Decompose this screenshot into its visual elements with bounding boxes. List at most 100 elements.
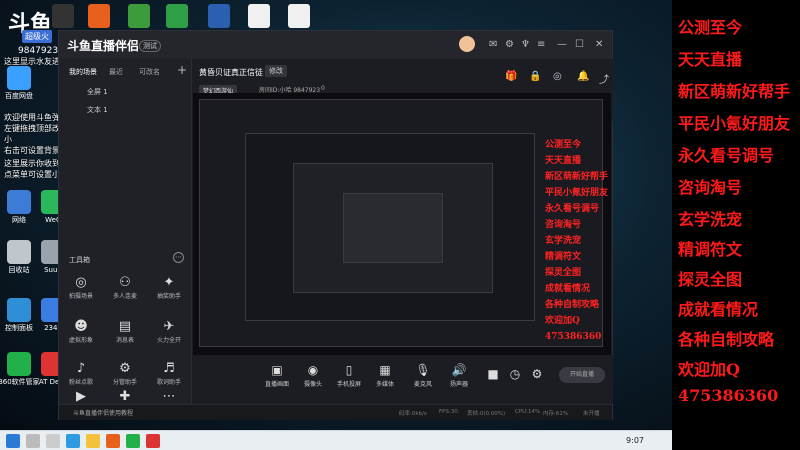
- nested-preview-4: [343, 193, 443, 263]
- tab-recent[interactable]: 最近: [109, 67, 123, 77]
- lock-icon[interactable]: 🔒: [529, 71, 541, 82]
- tool-more[interactable]: ⋯: [149, 389, 189, 405]
- screen-icon: ▣: [271, 363, 283, 377]
- promo-line: 咨询淘号: [678, 178, 743, 197]
- browser-icon[interactable]: [66, 434, 80, 448]
- record-icon[interactable]: ◎: [553, 71, 562, 82]
- screen-capture-button[interactable]: ▣ 直播画面: [257, 363, 297, 388]
- edit-title-button[interactable]: 修改: [265, 65, 287, 77]
- toolbox-title: 工具箱: [69, 256, 90, 264]
- scene-item[interactable]: 文本 1: [87, 105, 108, 115]
- timer-button[interactable]: ◷: [505, 367, 525, 381]
- tool-lyrics[interactable]: ♬ 歌词助手: [149, 361, 189, 386]
- source-toolbar: ▣ 直播画面 ◉ 摄像头 ▯ 手机投屏 ▦ 多媒体 🎙 麦克风 🔊 扬声器 ■ ◷ ⚙ 开始…: [193, 355, 613, 403]
- left-panel: 我的场景 最近 可改名 + 全屏 1 文本 1 工具箱 ⋯ ◎ 拍摄场景 ⚇ 多人连…: [59, 59, 192, 404]
- promo-line: 精调符文: [678, 240, 743, 259]
- record-button[interactable]: ■: [483, 367, 503, 381]
- app-icon[interactable]: [106, 434, 120, 448]
- screen: 斗鱼 超级火 9847923 百度网盘 网络 回收站 控制面板 360软件管家 …: [0, 0, 800, 450]
- gift-icon[interactable]: 🎁: [505, 71, 517, 82]
- speaker-icon: 🔊: [451, 363, 467, 377]
- avatar[interactable]: [459, 36, 475, 52]
- folder-icon[interactable]: [86, 434, 100, 448]
- promo-line: 公测至今: [678, 18, 743, 37]
- promo-line: 成就看情况: [678, 300, 759, 319]
- tutorial-link[interactable]: 斗鱼直播伴侣使用教程: [73, 408, 133, 417]
- more-icon[interactable]: ⋯: [173, 252, 184, 263]
- tool-live[interactable]: ▶: [61, 389, 101, 405]
- promo-line: 探灵全图: [678, 270, 743, 289]
- title-bar: 斗鱼直播伴侣 测试 ✉ ⚙ ♆ ≡ — ☐ ✕: [59, 31, 612, 59]
- clock[interactable]: 9:07: [626, 436, 644, 445]
- status-bitrate: 码率:0kb/s: [399, 411, 427, 417]
- search-icon[interactable]: [26, 434, 40, 448]
- settings-button[interactable]: ⚙: [527, 367, 547, 381]
- file-icon[interactable]: [288, 4, 310, 28]
- tab-my-scenes[interactable]: 我的场景: [69, 67, 97, 77]
- tool-song-request[interactable]: ♪ 粉丝点歌: [61, 361, 101, 386]
- camera-button[interactable]: ◉ 摄像头: [293, 363, 333, 388]
- app-logo: 斗鱼直播伴侣: [67, 39, 140, 53]
- app-icon[interactable]: [126, 434, 140, 448]
- more-icon: ⋯: [162, 389, 176, 404]
- app-icon[interactable]: [146, 434, 160, 448]
- promo-text-panel: 公测至今 天天直播 新区萌新好帮手 平民小氪好朋友 永久看号调号 咨询淘号 玄学…: [672, 0, 800, 450]
- start-live-button[interactable]: 开始直播: [559, 367, 605, 383]
- file-icon[interactable]: [248, 4, 270, 28]
- desktop-icon-baidu[interactable]: 百度网盘: [0, 66, 44, 101]
- tool-multi-mic[interactable]: ⚇ 多人连麦: [105, 275, 145, 300]
- scene-item[interactable]: 全屏 1: [87, 87, 108, 97]
- tool-manager[interactable]: ⚙ 分管助手: [105, 361, 145, 386]
- gear-icon: ⚙: [119, 361, 131, 376]
- list-icon: ▤: [118, 319, 132, 334]
- taskview-icon[interactable]: [46, 434, 60, 448]
- status-dropped: 丢帧:0(0.00%): [467, 411, 506, 417]
- menu-icon[interactable]: ≡: [537, 39, 545, 50]
- microphone-icon: 🎙: [415, 363, 431, 377]
- microphone-button[interactable]: 🎙 麦克风: [403, 363, 443, 388]
- promo-line: 玄学洗宠: [678, 210, 743, 229]
- notes-icon: ♬: [163, 361, 175, 376]
- phone-cast-button[interactable]: ▯ 手机投屏: [329, 363, 369, 388]
- maximize-icon[interactable]: ☐: [575, 39, 584, 50]
- share-icon[interactable]: ⤴: [599, 71, 609, 86]
- file-icon[interactable]: [166, 4, 188, 28]
- file-icon[interactable]: [208, 4, 230, 28]
- fan-count: 0: [321, 85, 325, 92]
- room-title: 黄昏贝证真正信徒: [199, 68, 263, 77]
- settings-icon: ⚙: [531, 367, 543, 381]
- tool-fire[interactable]: ✈ 火力全开: [149, 319, 189, 344]
- bell-icon[interactable]: 🔔: [577, 71, 589, 82]
- file-icon[interactable]: [128, 4, 150, 28]
- camera-icon: ◎: [75, 275, 87, 290]
- tool-message[interactable]: ▤ 消息表: [105, 319, 145, 344]
- status-fps: FPS:30: [439, 409, 458, 415]
- watermark-badge: 超级火: [22, 30, 52, 43]
- shirt-icon[interactable]: ♆: [521, 39, 530, 50]
- streaming-app-window: 斗鱼直播伴侣 测试 ✉ ⚙ ♆ ≡ — ☐ ✕ 我的场景 最近 可改名 + 全屏…: [58, 30, 613, 420]
- play-icon: ▶: [76, 389, 86, 404]
- status-live: 未开播: [583, 411, 600, 417]
- tool-interact[interactable]: ✚: [105, 389, 145, 405]
- settings-icon[interactable]: ⚙: [505, 39, 514, 50]
- speaker-button[interactable]: 🔊 扬声器: [439, 363, 479, 388]
- close-icon[interactable]: ✕: [595, 39, 603, 50]
- status-memory: 内存:61%: [543, 411, 569, 417]
- tab-rename[interactable]: 可改名: [139, 67, 160, 77]
- add-scene-icon[interactable]: +: [177, 63, 187, 77]
- tool-avatar[interactable]: ☻ 虚拟形象: [61, 319, 101, 344]
- promo-line: 永久看号调号: [678, 146, 775, 165]
- promo-line: 欢迎加Q: [678, 360, 740, 379]
- status-bar: 斗鱼直播伴侣使用教程 码率:0kb/s FPS:30 丢帧:0(0.00%) C…: [59, 404, 612, 420]
- windows-start-icon[interactable]: [6, 434, 20, 448]
- plane-icon: ✈: [163, 319, 175, 334]
- mail-icon[interactable]: ✉: [489, 39, 497, 50]
- app-icon[interactable]: [52, 4, 74, 28]
- media-button[interactable]: ▦ 多媒体: [365, 363, 405, 388]
- tool-lottery[interactable]: ✦ 抽奖助手: [149, 275, 189, 300]
- promo-line: 天天直播: [678, 50, 743, 69]
- watermark-room-id: 9847923: [18, 46, 59, 56]
- minimize-icon[interactable]: —: [557, 39, 567, 50]
- app-icon[interactable]: [88, 4, 110, 28]
- tool-scene[interactable]: ◎ 拍摄场景: [61, 275, 101, 300]
